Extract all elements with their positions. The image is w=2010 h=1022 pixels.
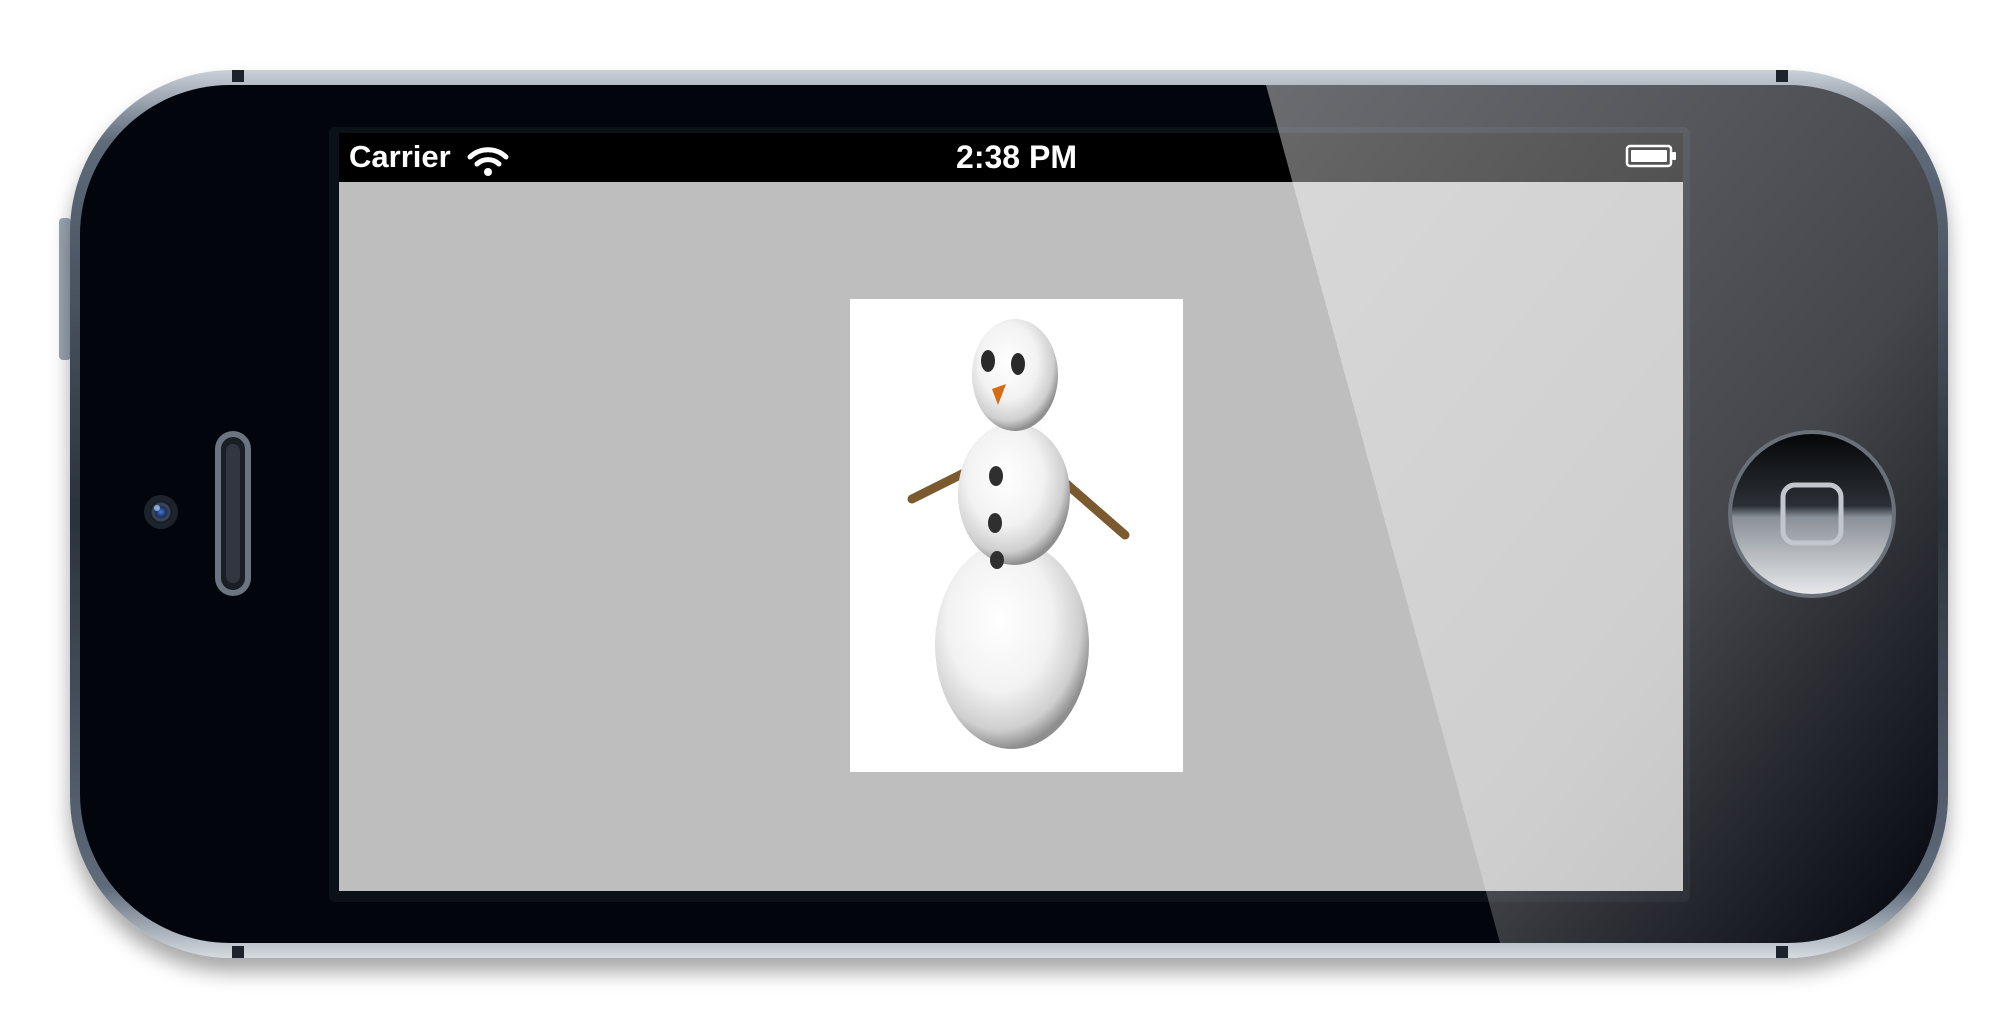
left-eye (981, 350, 995, 372)
side-button-icon[interactable] (59, 218, 71, 360)
home-button[interactable] (1728, 430, 1896, 598)
antenna-notch (232, 946, 244, 958)
carrier-label: Carrier (349, 139, 451, 174)
antenna-notch (1776, 70, 1788, 82)
coal-button (990, 551, 1004, 569)
status-time: 2:38 PM (956, 139, 1077, 175)
coal-button (989, 466, 1003, 486)
snowman-head (972, 319, 1058, 431)
device-stage: Carrier 2:38 PM (0, 0, 2010, 1022)
snowman-image (850, 299, 1183, 772)
coal-button (988, 513, 1002, 533)
right-eye (1011, 353, 1025, 375)
middle-snowball (958, 423, 1070, 565)
antenna-notch (1776, 946, 1788, 958)
bottom-snowball (935, 541, 1089, 749)
antenna-notch (232, 70, 244, 82)
